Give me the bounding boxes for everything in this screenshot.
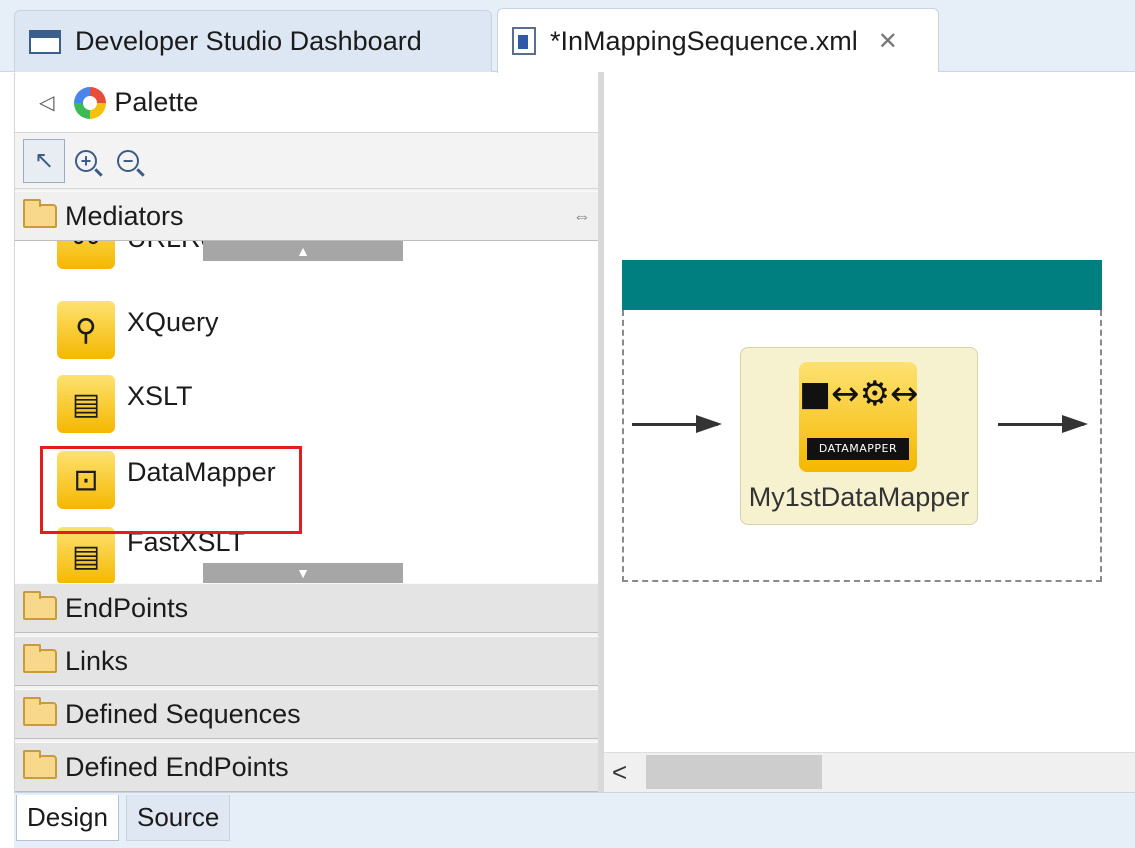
xquery-icon: ⚲ <box>57 301 115 359</box>
folder-icon <box>23 644 57 673</box>
drawer-label: Links <box>65 645 129 676</box>
scroll-up-button[interactable]: ▲ <box>203 241 403 261</box>
tab-label: Developer Studio Dashboard <box>75 26 422 56</box>
editor-bottom-tabs: Design Source <box>14 792 1135 848</box>
drawer-label: EndPoints <box>65 592 189 623</box>
mediator-xquery[interactable]: ⚲ XQuery <box>57 301 219 359</box>
zoom-in-button[interactable]: + <box>65 139 107 183</box>
pointer-icon: ↖ <box>33 147 55 174</box>
tab-label: *InMappingSequence.xml <box>550 25 858 56</box>
tab-developer-studio-dashboard[interactable]: Developer Studio Dashboard <box>14 10 492 72</box>
drawer-endpoints[interactable]: EndPoints <box>15 583 599 633</box>
xslt-icon: ▤ <box>57 375 115 433</box>
palette-header: ◁ Palette <box>15 73 599 133</box>
zoom-out-icon: − <box>117 149 139 172</box>
scroll-down-button[interactable]: ▼ <box>203 563 403 583</box>
datamapper-caption: DATAMAPPER <box>807 438 909 460</box>
sequence-header-bar <box>622 260 1102 310</box>
mediator-label: XSLT <box>127 381 193 411</box>
drawer-defined-endpoints[interactable]: Defined EndPoints <box>15 742 599 792</box>
inbound-arrow <box>632 415 722 433</box>
folder-icon <box>23 591 57 620</box>
outbound-arrow <box>998 415 1088 433</box>
palette-toolbar: ↖ + − <box>15 133 599 189</box>
close-icon[interactable]: ✕ <box>878 27 898 56</box>
drawer-label: Defined EndPoints <box>65 751 289 782</box>
datamapper-node-icon: ■↔⚙↔■ DATAMAPPER <box>799 362 917 472</box>
horizontal-scrollbar[interactable]: < <box>604 752 1135 792</box>
drawer-mediators[interactable]: Mediators ⇔ <box>15 191 599 241</box>
drawer-label: Mediators <box>65 200 184 231</box>
drawer-links[interactable]: Links <box>15 636 599 686</box>
folder-open-icon <box>23 199 57 228</box>
collapse-palette-icon[interactable]: ◁ <box>39 90 54 115</box>
datamapper-glyph: ■↔⚙↔■ <box>799 374 917 414</box>
tab-in-mapping-sequence[interactable]: *InMappingSequence.xml ✕ <box>497 8 939 73</box>
palette-icon <box>74 86 107 119</box>
zoom-out-button[interactable]: − <box>107 139 149 183</box>
datamapper-highlight <box>40 446 302 534</box>
editor-tab-bar: Developer Studio Dashboard *InMappingSeq… <box>0 0 1135 73</box>
zoom-in-icon: + <box>75 149 97 172</box>
folder-icon <box>23 750 57 779</box>
xml-file-icon <box>512 27 536 55</box>
window-icon <box>29 29 61 54</box>
mediator-label: XQuery <box>127 307 219 337</box>
datamapper-node[interactable]: ■↔⚙↔■ DATAMAPPER My1stDataMapper <box>740 347 978 525</box>
select-tool-button[interactable]: ↖ <box>23 138 65 183</box>
tab-design[interactable]: Design <box>16 795 119 841</box>
palette-panel: ◁ Palette ↖ + − Mediators ⇔ ⚯ URLRewrite… <box>14 73 599 794</box>
design-canvas[interactable]: ■↔⚙↔■ DATAMAPPER My1stDataMapper <box>604 72 1135 752</box>
scroll-left-button[interactable]: < <box>612 757 627 788</box>
scrollbar-thumb[interactable] <box>646 755 822 789</box>
urlrewrite-icon: ⚯ <box>57 241 115 269</box>
drawer-defined-sequences[interactable]: Defined Sequences <box>15 689 599 739</box>
drawer-label: Defined Sequences <box>65 698 301 729</box>
tab-source[interactable]: Source <box>126 795 231 841</box>
fastxslt-icon: ▤ <box>57 527 115 583</box>
pin-drawer-icon[interactable]: ⇔ <box>573 206 591 227</box>
mediator-xslt[interactable]: ▤ XSLT <box>57 375 193 433</box>
palette-title: Palette <box>114 87 199 117</box>
node-name: My1stDataMapper <box>748 482 970 512</box>
folder-icon <box>23 697 57 726</box>
